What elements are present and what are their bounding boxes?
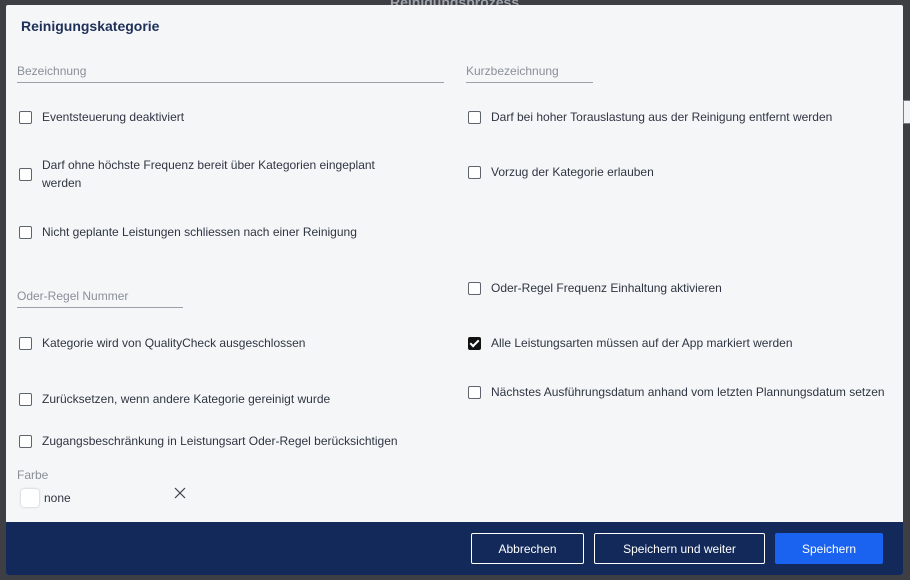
checkbox-nicht-geplante[interactable]: Nicht geplante Leistungen schliessen nac… — [19, 223, 357, 241]
checkbox-oder-regel-frequenz[interactable]: Oder-Regel Frequenz Einhaltung aktiviere… — [468, 279, 722, 297]
checkbox-zuruecksetzen[interactable]: Zurücksetzen, wenn andere Kategorie gere… — [19, 390, 330, 408]
bezeichnung-label: Bezeichnung — [17, 64, 87, 78]
category-dialog: Reinigungskategorie Bezeichnung Kurzbeze… — [6, 5, 903, 575]
checkbox-eventsteuerung-box[interactable] — [19, 110, 32, 124]
checkbox-leistungsarten-app-box[interactable] — [468, 336, 481, 350]
checkbox-oder-regel-frequenz-box[interactable] — [468, 281, 481, 295]
checkbox-oder-regel-frequenz-label: Oder-Regel Frequenz Einhaltung aktiviere… — [491, 281, 722, 295]
checkbox-hoechste-frequenz-label: Darf ohne höchste Frequenz bereit über K… — [42, 158, 375, 190]
kurzbezeichnung-underline — [466, 82, 593, 83]
checkbox-naechstes-datum[interactable]: Nächstes Ausführungsdatum anhand vom let… — [468, 383, 891, 401]
checkbox-qualitycheck-box[interactable] — [19, 336, 32, 350]
kurzbezeichnung-label: Kurzbezeichnung — [466, 64, 559, 78]
checkbox-torauslastung[interactable]: Darf bei hoher Torauslastung aus der Rei… — [468, 108, 832, 126]
oder-regel-nummer-label: Oder-Regel Nummer — [17, 289, 129, 303]
checkbox-nicht-geplante-box[interactable] — [19, 225, 32, 239]
checkbox-naechstes-datum-box[interactable] — [468, 385, 481, 399]
checkbox-vorzug-label: Vorzug der Kategorie erlauben — [491, 165, 654, 179]
save-button[interactable]: Speichern — [775, 533, 883, 564]
checkbox-nicht-geplante-label: Nicht geplante Leistungen schliessen nac… — [42, 225, 357, 239]
checkbox-eventsteuerung-label: Eventsteuerung deaktiviert — [42, 110, 185, 124]
checkbox-hoechste-frequenz[interactable]: Darf ohne höchste Frequenz bereit über K… — [19, 156, 419, 192]
checkbox-zugangsbeschraenkung[interactable]: Zugangsbeschränkung in Leistungsart Oder… — [19, 432, 398, 450]
checkbox-zugangsbeschraenkung-box[interactable] — [19, 434, 32, 448]
checkbox-leistungsarten-app-label: Alle Leistungsarten müssen auf der App m… — [491, 336, 793, 350]
kurzbezeichnung-field[interactable]: Kurzbezeichnung — [466, 62, 593, 83]
checkbox-qualitycheck-label: Kategorie wird von QualityCheck ausgesch… — [42, 336, 306, 350]
dialog-title: Reinigungskategorie — [21, 18, 160, 34]
checkbox-zugangsbeschraenkung-label: Zugangsbeschränkung in Leistungsart Oder… — [42, 434, 398, 448]
checkbox-torauslastung-label: Darf bei hoher Torauslastung aus der Rei… — [491, 110, 833, 124]
save-and-continue-button[interactable]: Speichern und weiter — [594, 533, 765, 564]
checkbox-vorzug[interactable]: Vorzug der Kategorie erlauben — [468, 163, 654, 181]
bezeichnung-underline — [17, 82, 444, 83]
close-icon[interactable] — [173, 486, 187, 500]
checkbox-torauslastung-box[interactable] — [468, 110, 481, 124]
oder-regel-nummer-field[interactable]: Oder-Regel Nummer — [17, 287, 183, 308]
color-swatch[interactable] — [21, 489, 39, 507]
checkbox-qualitycheck[interactable]: Kategorie wird von QualityCheck ausgesch… — [19, 334, 305, 352]
checkbox-zuruecksetzen-box[interactable] — [19, 392, 32, 406]
checkbox-naechstes-datum-label: Nächstes Ausführungsdatum anhand vom let… — [491, 385, 885, 399]
checkbox-vorzug-box[interactable] — [468, 165, 481, 179]
dialog-footer: Abbrechen Speichern und weiter Speichern — [6, 522, 903, 575]
color-label: Farbe — [17, 468, 49, 482]
bezeichnung-field[interactable]: Bezeichnung — [17, 62, 444, 83]
checkbox-leistungsarten-app[interactable]: Alle Leistungsarten müssen auf der App m… — [468, 334, 793, 352]
checkbox-hoechste-frequenz-box[interactable] — [19, 167, 32, 181]
checkbox-zuruecksetzen-label: Zurücksetzen, wenn andere Kategorie gere… — [42, 392, 331, 406]
color-value[interactable]: none — [44, 491, 71, 505]
oder-regel-nummer-underline — [17, 307, 183, 308]
background-input-edge — [903, 100, 910, 124]
checkbox-eventsteuerung[interactable]: Eventsteuerung deaktiviert — [19, 108, 184, 126]
cancel-button[interactable]: Abbrechen — [471, 533, 584, 564]
